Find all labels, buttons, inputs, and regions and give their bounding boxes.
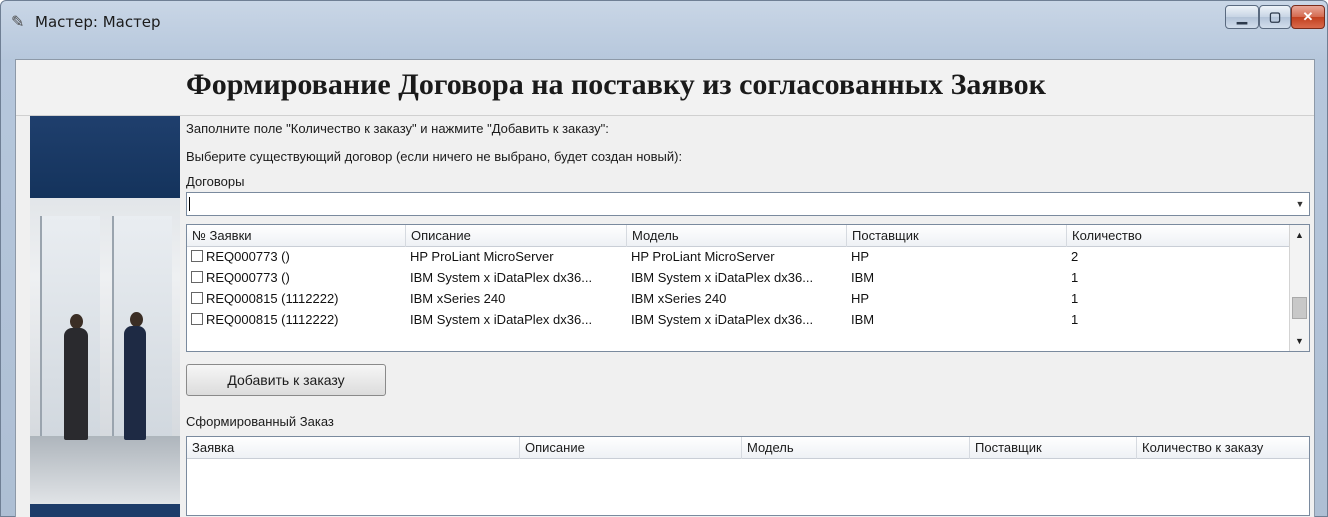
text-caret: [189, 197, 190, 211]
person-figure: [124, 326, 146, 440]
column-header-request-number[interactable]: № Заявки: [187, 225, 406, 247]
cell-description-text: HP ProLiant MicroServer: [410, 249, 554, 264]
header-band: Формирование Договора на поставку из сог…: [16, 60, 1314, 116]
scroll-down-icon[interactable]: ▼: [1290, 331, 1309, 351]
cell-request-number-text: REQ000773 (): [206, 270, 290, 285]
cell-quantity: 1: [1067, 268, 1291, 289]
wizard-window: ✎ Мастер: Мастер ▁ ▢ ✕ Формирование Дого…: [0, 0, 1328, 517]
wizard-client-area: Формирование Договора на поставку из сог…: [15, 59, 1315, 517]
cell-model-text: IBM xSeries 240: [631, 291, 727, 306]
cell-description: HP ProLiant MicroServer: [406, 247, 627, 268]
scroll-up-icon[interactable]: ▲: [1290, 225, 1309, 245]
cell-description: IBM System x iDataPlex dx36...: [406, 268, 627, 289]
cell-quantity-text: 2: [1071, 249, 1079, 264]
cell-description-text: IBM xSeries 240: [410, 291, 506, 306]
cell-quantity: 1: [1067, 289, 1291, 310]
cell-vendor: HP: [847, 289, 1067, 310]
column-header-vendor[interactable]: Поставщик: [847, 225, 1067, 247]
order-grid[interactable]: Заявка Описание Модель Поставщик Количес…: [186, 436, 1310, 516]
cell-description-text: IBM System x iDataPlex dx36...: [410, 312, 593, 327]
contracts-combobox[interactable]: ▼: [186, 192, 1310, 216]
close-icon: ✕: [1302, 9, 1314, 24]
cell-vendor: HP: [847, 247, 1067, 268]
cell-quantity: 2: [1067, 247, 1291, 268]
scroll-thumb[interactable]: [1292, 297, 1307, 319]
maximize-icon: ▢: [1268, 9, 1282, 24]
cell-request-number-text: REQ000815 (1112222): [206, 312, 339, 327]
image-top-band: [30, 116, 180, 198]
cell-quantity-text: 1: [1071, 312, 1079, 327]
cell-quantity-text: 1: [1071, 291, 1079, 306]
person-head: [70, 314, 83, 329]
order-grid-header: Заявка Описание Модель Поставщик Количес…: [187, 437, 1309, 459]
column-header-description[interactable]: Описание: [520, 437, 742, 459]
cell-model-text: IBM System x iDataPlex dx36...: [631, 312, 814, 327]
cell-request-number[interactable]: REQ000773 (): [187, 268, 406, 289]
cell-model: IBM System x iDataPlex dx36...: [627, 268, 847, 289]
minimize-button[interactable]: ▁: [1225, 5, 1259, 29]
table-row[interactable]: REQ000815 (1112222) IBM System x iDataPle…: [187, 310, 1291, 331]
table-row[interactable]: REQ000773 () IBM System x iDataPlex dx36.…: [187, 268, 1291, 289]
close-button[interactable]: ✕: [1291, 5, 1325, 29]
window-title: Мастер: Мастер: [35, 13, 161, 31]
order-label: Сформированный Заказ: [186, 414, 334, 429]
requests-grid[interactable]: № Заявки Описание Модель Поставщик Колич…: [186, 224, 1310, 352]
add-to-order-button[interactable]: Добавить к заказу: [186, 364, 386, 396]
requests-grid-header: № Заявки Описание Модель Поставщик Колич…: [187, 225, 1291, 247]
requests-scrollbar[interactable]: ▲ ▼: [1289, 225, 1309, 351]
table-row[interactable]: REQ000815 (1112222) IBM xSeries 240 IBM xS…: [187, 289, 1291, 310]
cell-description-text: IBM System x iDataPlex dx36...: [410, 270, 593, 285]
cell-model-text: HP ProLiant MicroServer: [631, 249, 775, 264]
cell-vendor-text: IBM: [851, 312, 875, 327]
cell-vendor: IBM: [847, 268, 1067, 289]
cell-request-number-text: REQ000815 (1112222): [206, 291, 339, 306]
row-checkbox[interactable]: [191, 271, 203, 283]
title-bar[interactable]: ✎ Мастер: Мастер ▁ ▢ ✕: [1, 1, 1327, 43]
cell-quantity: 1: [1067, 310, 1291, 331]
cell-model: IBM System x iDataPlex dx36...: [627, 310, 847, 331]
row-checkbox[interactable]: [191, 250, 203, 262]
column-header-vendor[interactable]: Поставщик: [970, 437, 1137, 459]
minimize-icon: ▁: [1237, 9, 1247, 24]
cell-quantity-text: 1: [1071, 270, 1079, 285]
page-title: Формирование Договора на поставку из сог…: [186, 68, 1046, 101]
cell-vendor-text: HP: [851, 249, 870, 264]
person-head: [130, 312, 143, 327]
table-row[interactable]: REQ000773 () HP ProLiant MicroServer HP Pr…: [187, 247, 1291, 268]
cell-vendor-text: HP: [851, 291, 870, 306]
column-header-request[interactable]: Заявка: [187, 437, 520, 459]
cell-request-number-text: REQ000773 (): [206, 249, 290, 264]
instruction-quantity: Заполните поле "Количество к заказу" и н…: [186, 121, 609, 136]
cell-vendor: IBM: [847, 310, 1067, 331]
cell-vendor-text: IBM: [851, 270, 875, 285]
instruction-contract: Выберите существующий договор (если ниче…: [186, 149, 683, 164]
chevron-down-icon[interactable]: ▼: [1293, 196, 1307, 212]
column-header-model[interactable]: Модель: [742, 437, 970, 459]
cell-request-number[interactable]: REQ000773 (): [187, 247, 406, 268]
cell-model-text: IBM System x iDataPlex dx36...: [631, 270, 814, 285]
image-floor: [30, 436, 180, 506]
wizard-wand-icon: ✎: [11, 14, 25, 31]
row-checkbox[interactable]: [191, 292, 203, 304]
cell-request-number[interactable]: REQ000815 (1112222): [187, 289, 406, 310]
row-checkbox[interactable]: [191, 313, 203, 325]
cell-model: HP ProLiant MicroServer: [627, 247, 847, 268]
wizard-content: Заполните поле "Количество к заказу" и н…: [186, 116, 1314, 517]
image-bottom-band: [30, 504, 180, 517]
column-header-quantity[interactable]: Количество: [1067, 225, 1291, 247]
cell-description: IBM xSeries 240: [406, 289, 627, 310]
person-figure: [64, 328, 88, 440]
contracts-label: Договоры: [186, 174, 245, 189]
cell-model: IBM xSeries 240: [627, 289, 847, 310]
maximize-button[interactable]: ▢: [1259, 5, 1291, 29]
cell-request-number[interactable]: REQ000815 (1112222): [187, 310, 406, 331]
column-header-order-quantity[interactable]: Количество к заказу: [1137, 437, 1309, 459]
column-header-description[interactable]: Описание: [406, 225, 627, 247]
cell-description: IBM System x iDataPlex dx36...: [406, 310, 627, 331]
decorative-business-image: [30, 116, 180, 517]
column-header-model[interactable]: Модель: [627, 225, 847, 247]
